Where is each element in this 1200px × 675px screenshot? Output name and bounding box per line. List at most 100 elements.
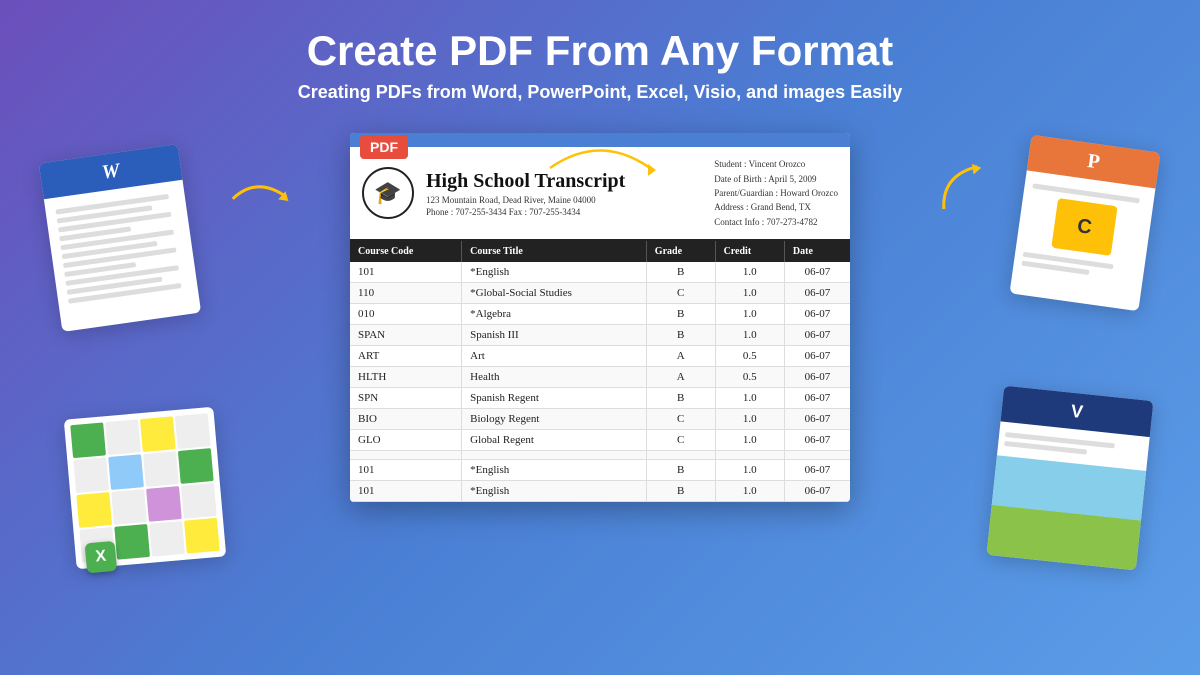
right-arrow-decoration (922, 151, 998, 223)
pptx-document-card: P C (1009, 135, 1160, 312)
table-cell: A (646, 346, 715, 367)
table-cell: 1.0 (715, 304, 784, 325)
table-row: SPANSpanish IIIB1.006-07 (350, 325, 850, 346)
pptx-badge: C (1051, 198, 1117, 256)
table-cell: Health (462, 367, 647, 388)
excel-cell (76, 492, 112, 528)
table-cell: 101 (350, 262, 462, 283)
table-cell: B (646, 304, 715, 325)
table-cell: 1.0 (715, 283, 784, 304)
table-cell: 010 (350, 304, 462, 325)
table-cell: 0.5 (715, 367, 784, 388)
excel-cell (181, 483, 217, 519)
excel-cell (146, 486, 182, 522)
table-cell: C (646, 430, 715, 451)
pdf-address: 123 Mountain Road, Dead River, Maine 040… (426, 195, 714, 205)
table-cell: 06-07 (784, 325, 850, 346)
pdf-document: 🎓 High School Transcript 123 Mountain Ro… (350, 133, 850, 502)
table-row: 101*EnglishB1.006-07 (350, 460, 850, 481)
table-cell: A (646, 367, 715, 388)
table-col-header: Grade (646, 241, 715, 262)
student-name: Student : Vincent Orozco (714, 157, 838, 171)
table-row: 110*Global-Social StudiesC1.006-07 (350, 283, 850, 304)
table-row: ARTArtA0.506-07 (350, 346, 850, 367)
table-cell: 1.0 (715, 460, 784, 481)
word-document-card: W (39, 144, 201, 332)
school-logo: 🎓 (362, 167, 414, 219)
pdf-phone: Phone : 707-255-3434 Fax : 707-255-3434 (426, 207, 714, 217)
pptx-icon: P (1086, 150, 1101, 174)
table-cell: 1.0 (715, 481, 784, 502)
curved-arrow-decoration (540, 128, 660, 183)
table-cell: B (646, 460, 715, 481)
table-cell: 1.0 (715, 430, 784, 451)
table-col-header: Date (784, 241, 850, 262)
table-cell: 06-07 (784, 346, 850, 367)
table-row: 010*AlgebraB1.006-07 (350, 304, 850, 325)
table-cell: Spanish III (462, 325, 647, 346)
table-cell: *Algebra (462, 304, 647, 325)
word-doc-lines (44, 180, 201, 332)
table-cell (350, 451, 462, 460)
table-col-header: Course Code (350, 241, 462, 262)
table-cell: BIO (350, 409, 462, 430)
table-row: HLTHHealthA0.506-07 (350, 367, 850, 388)
table-cell: Art (462, 346, 647, 367)
excel-cell (73, 457, 109, 493)
excel-cell (108, 454, 144, 490)
table-body: 101*EnglishB1.006-07110*Global-Social St… (350, 262, 850, 502)
table-cell (646, 451, 715, 460)
table-cell: *English (462, 481, 647, 502)
student-contact: Contact Info : 707-273-4782 (714, 215, 838, 229)
table-cell: SPN (350, 388, 462, 409)
excel-cell (184, 518, 220, 554)
excel-cell (143, 451, 179, 487)
table-cell: 1.0 (715, 262, 784, 283)
table-cell: GLO (350, 430, 462, 451)
student-address: Address : Grand Bend, TX (714, 200, 838, 214)
student-dob: Date of Birth : April 5, 2009 (714, 172, 838, 186)
pdf-student-info: Student : Vincent Orozco Date of Birth :… (714, 157, 838, 229)
excel-cell (178, 448, 214, 484)
table-cell (784, 451, 850, 460)
table-cell: C (646, 409, 715, 430)
visio-icon: V (1070, 400, 1084, 422)
excel-icon: X (85, 541, 118, 574)
table-cell: *English (462, 460, 647, 481)
table-row: GLOGlobal RegentC1.006-07 (350, 430, 850, 451)
excel-document-card: X (64, 407, 227, 570)
table-cell: Global Regent (462, 430, 647, 451)
table-cell (715, 451, 784, 460)
visio-document-card: V (987, 386, 1154, 571)
left-arrow-decoration (224, 164, 297, 230)
table-row (350, 451, 850, 460)
table-cell: 101 (350, 481, 462, 502)
table-cell: B (646, 481, 715, 502)
hero-subtitle: Creating PDFs from Word, PowerPoint, Exc… (298, 82, 903, 103)
table-cell: 06-07 (784, 304, 850, 325)
pptx-content: C (1012, 171, 1156, 295)
excel-cell (175, 413, 211, 449)
pdf-badge: PDF (360, 135, 408, 159)
table-cell: 1.0 (715, 388, 784, 409)
table-cell: B (646, 325, 715, 346)
excel-cell (111, 489, 147, 525)
student-guardian: Parent/Guardian : Howard Orozco (714, 186, 838, 200)
table-cell: 06-07 (784, 481, 850, 502)
visio-image (987, 455, 1147, 570)
excel-cell (105, 420, 141, 456)
table-row: 101*EnglishB1.006-07 (350, 481, 850, 502)
table-cell: 110 (350, 283, 462, 304)
table-cell: HLTH (350, 367, 462, 388)
table-cell: 06-07 (784, 262, 850, 283)
excel-cell (140, 416, 176, 452)
table-cell: B (646, 388, 715, 409)
table-cell: 06-07 (784, 430, 850, 451)
table-cell (462, 451, 647, 460)
table-row: BIOBiology RegentC1.006-07 (350, 409, 850, 430)
table-cell: C (646, 283, 715, 304)
table-cell: 06-07 (784, 388, 850, 409)
table-cell: 06-07 (784, 367, 850, 388)
excel-cell (149, 521, 185, 557)
table-col-header: Course Title (462, 241, 647, 262)
